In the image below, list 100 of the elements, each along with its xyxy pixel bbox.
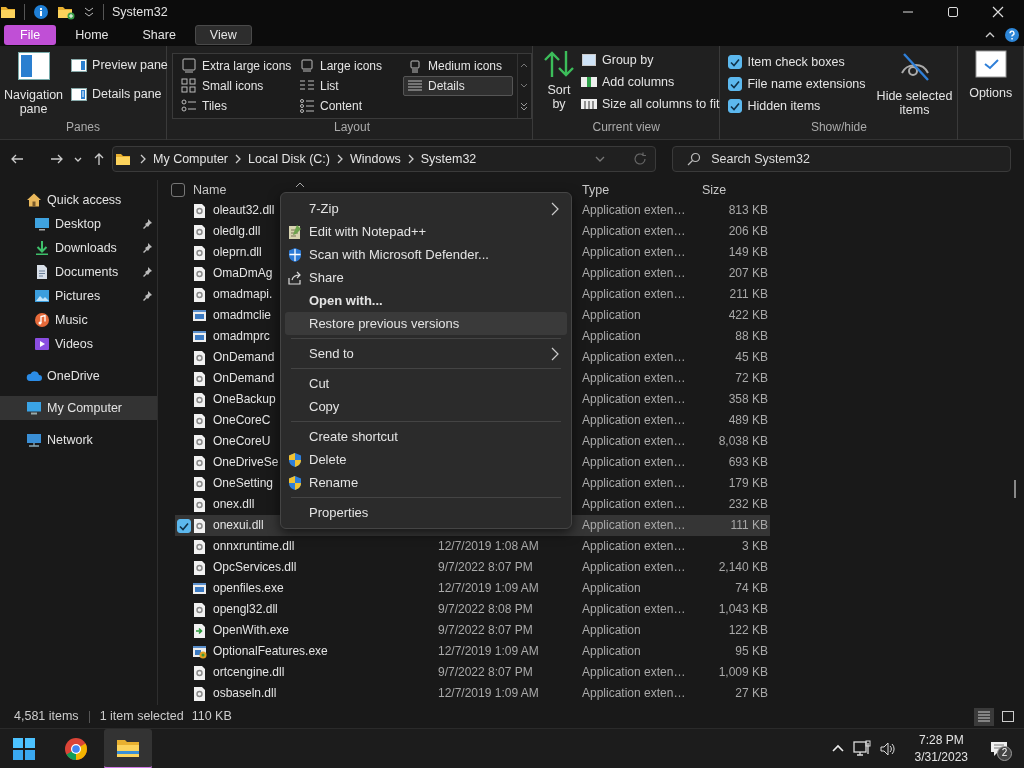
file-name: osbaseln.dll [213,686,277,701]
file-name: onnxruntime.dll [213,539,295,554]
size-cell: 2,140 KB [718,560,768,575]
item-count: 4,581 items [14,709,79,724]
date-cell: 9/7/2022 8:07 PM [438,560,533,575]
checkbox-label: Item check boxes [747,54,845,70]
size-cell: 232 KB [728,497,768,512]
size-cell: 1,043 KB [718,602,768,617]
nav-label: Network [47,432,93,448]
nav-label: Pictures [55,288,101,304]
file-name: OneCoreC [213,413,271,428]
group-label: Panes [65,120,101,135]
file-name: omadmprc [213,329,270,344]
file-name: omadmclie [213,308,272,323]
file-name: OpenWith.exe [213,623,290,638]
type-cell: Application exten… [582,245,686,260]
size-cell: 179 KB [728,476,768,491]
type-cell: Application exten… [582,266,686,281]
date-cell: 9/7/2022 8:07 PM [438,665,533,680]
size-cell: 489 KB [728,413,768,428]
file-name: onexui.dll [213,518,264,533]
file-name: OneSetting [213,476,274,491]
type-cell: Application exten… [582,602,686,617]
selection-size: 110 KB [191,709,232,724]
size-cell: 1,009 KB [718,665,768,680]
size-cell: 3 KB [742,539,768,554]
type-cell: Application exten… [582,224,686,239]
size-cell: 45 KB [735,350,768,365]
type-cell: Application [582,581,641,596]
type-cell: Application exten… [582,392,686,407]
type-cell: Application [582,308,641,323]
file-name: OneDriveSe [213,455,279,470]
date-cell: 12/7/2019 1:08 AM [438,539,539,554]
size-cell: 95 KB [735,644,768,659]
type-cell: Application exten… [582,371,686,386]
size-cell: 8,038 KB [718,434,768,449]
nav-label: Videos [55,336,93,352]
file-name: ortcengine.dll [213,665,285,680]
date-cell: 9/7/2022 8:08 PM [438,602,533,617]
date-cell: 12/7/2019 1:09 AM [438,686,539,701]
type-cell: Application exten… [582,686,686,701]
type-cell: Application exten… [582,518,686,533]
nav-label: Desktop [55,216,101,232]
date-cell: 12/7/2019 1:09 AM [438,581,539,596]
file-name: OptionalFeatures.exe [213,644,328,659]
type-cell: Application [582,329,641,344]
file-name: OneBackup [213,392,276,407]
size-cell: 122 KB [728,623,768,638]
type-cell: Application exten… [582,413,686,428]
type-cell: Application exten… [582,287,686,302]
file-name: opengl32.dll [213,602,278,617]
size-cell: 111 KB [730,518,768,533]
file-name: openfiles.exe [213,581,284,596]
file-name: OpcServices.dll [213,560,297,575]
type-cell: Application exten… [582,203,686,218]
type-cell: Application exten… [582,455,686,470]
size-cell: 74 KB [735,581,768,596]
file-name: OneCoreU [213,434,271,449]
file-name: onex.dll [213,497,255,512]
type-cell: Application exten… [582,497,686,512]
file-name: omadmapi. [213,287,273,302]
size-cell: 358 KB [728,392,768,407]
selection-count: 1 item selected [99,709,184,724]
size-cell: 88 KB [735,329,768,344]
size-cell: 211 KB [729,287,768,302]
file-name: oleaut32.dll [213,203,275,218]
nav-label: My Computer [47,400,123,416]
file-name: OmaDmAg [213,266,273,281]
group-label: Layout [333,120,371,135]
group-label: Show/hide [809,120,868,135]
type-cell: Application [582,623,641,638]
size-cell: 813 KB [728,203,768,218]
file-name: oledlg.dll [213,224,261,239]
type-cell: Application exten… [582,476,686,491]
date-cell: 9/7/2022 8:07 PM [438,623,533,638]
type-cell: Application exten… [582,560,686,575]
size-cell: 207 KB [728,266,768,281]
date-cell: 12/7/2019 1:09 AM [438,644,539,659]
size-cell: 206 KB [728,224,768,239]
size-cell: 693 KB [728,455,768,470]
file-name: OnDemand [213,371,275,386]
type-cell: Application exten… [582,350,686,365]
checkbox-label: Hidden items [747,98,821,114]
checkbox-label: File name extensions [747,76,866,92]
nav-label: Documents [55,264,119,280]
type-cell: Application exten… [582,539,686,554]
size-cell: 27 KB [735,686,768,701]
nav-label: Downloads [55,240,117,256]
nav-label: Quick access [47,192,122,208]
nav-label: Music [55,312,88,328]
window-title: System32 [112,4,168,20]
size-cell: 422 KB [728,308,768,323]
group-label: Current view [591,120,661,135]
nav-label: OneDrive [47,368,100,384]
size-cell: 149 KB [728,245,768,260]
type-cell: Application exten… [582,665,686,680]
file-name: oleprn.dll [213,245,262,260]
type-cell: Application [582,644,641,659]
size-cell: 72 KB [735,371,768,386]
type-cell: Application exten… [582,434,686,449]
